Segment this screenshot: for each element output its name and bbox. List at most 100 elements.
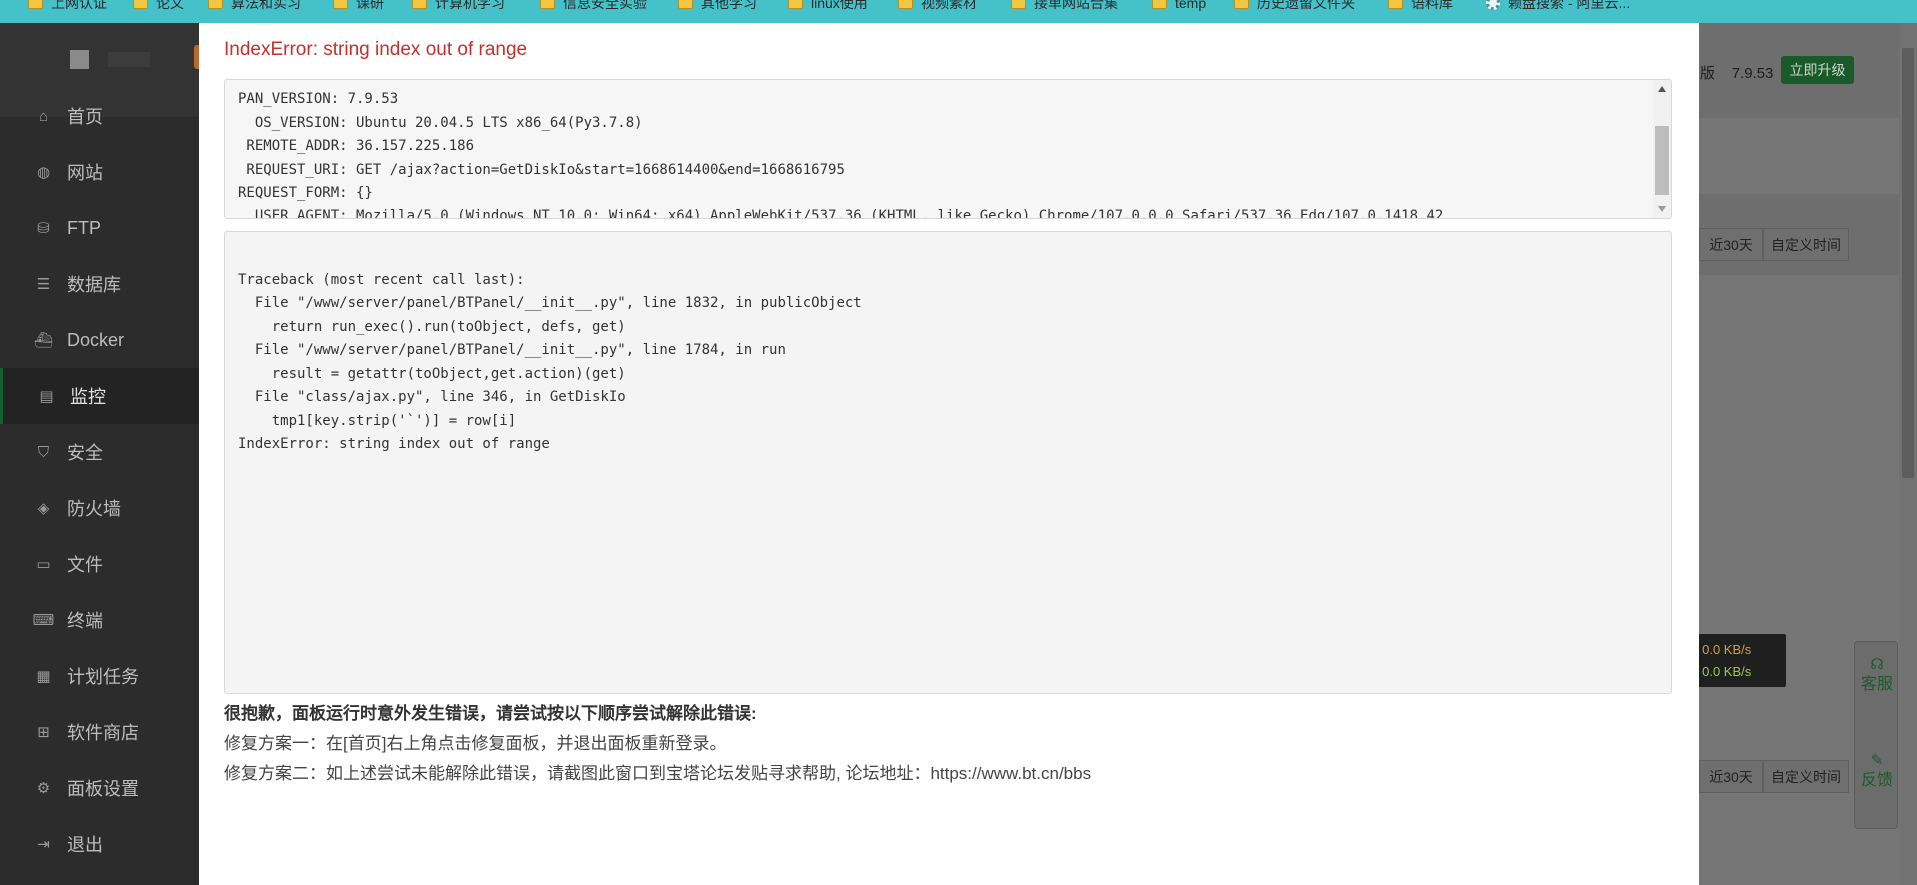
folder-icon bbox=[1011, 0, 1026, 9]
page-scrollbar[interactable] bbox=[1899, 23, 1917, 885]
bookmark-label: 其他学习 bbox=[701, 0, 757, 11]
sidebar-item-label: Docker bbox=[67, 329, 125, 350]
sidebar-item-label: 软件商店 bbox=[67, 723, 139, 743]
trace-line: Traceback (most recent call last): bbox=[238, 271, 525, 288]
sidebar-item-label: 监控 bbox=[70, 387, 106, 407]
bookmark-item[interactable]: 课研 bbox=[333, 0, 384, 12]
scroll-down-icon[interactable] bbox=[1658, 206, 1666, 212]
trace-line: return run_exec().run(toObject, defs, ge… bbox=[238, 318, 626, 335]
sidebar-item-ftp[interactable]: ⛁ FTP bbox=[0, 200, 199, 256]
folder-icon bbox=[678, 0, 693, 9]
firewall-icon: ◈ bbox=[37, 500, 50, 517]
range-30-button[interactable]: 近30天 bbox=[1699, 228, 1763, 261]
calendar-icon: ▦ bbox=[36, 668, 51, 685]
feedback-button[interactable]: ✎ 反馈 bbox=[1855, 752, 1899, 790]
info-line: REQUEST_URI: GET /ajax?action=GetDiskIo&… bbox=[238, 161, 845, 178]
error-dialog: IndexError: string index out of range PA… bbox=[199, 23, 1699, 885]
range-30-button[interactable]: 近30天 bbox=[1699, 760, 1763, 793]
sidebar-item-monitor[interactable]: ▤ 监控 bbox=[0, 368, 199, 424]
bookmark-item[interactable]: 赖盘搜索 - 阿里云... bbox=[1486, 0, 1630, 12]
custom-time-button[interactable]: 自定义时间 bbox=[1763, 760, 1849, 793]
sidebar-item-security[interactable]: ⛉ 安全 bbox=[0, 424, 199, 480]
sidebar-item-cron[interactable]: ▦ 计划任务 bbox=[0, 648, 199, 704]
grid-icon: ⊞ bbox=[37, 724, 50, 741]
bookmark-label: 信息安全实验 bbox=[563, 0, 647, 11]
trace-line: result = getattr(toObject,get.action)(ge… bbox=[238, 365, 626, 382]
sidebar-item-files[interactable]: ▭ 文件 bbox=[0, 536, 199, 592]
sidebar-item-logout[interactable]: ⇥ 退出 bbox=[0, 816, 199, 872]
bookmark-item[interactable]: 接单网站合集 bbox=[1011, 0, 1118, 12]
bookmark-label: temp bbox=[1175, 0, 1207, 11]
sidebar-item-terminal[interactable]: ⌨ 终端 bbox=[0, 592, 199, 648]
folder-icon bbox=[788, 0, 803, 9]
home-icon: ⌂ bbox=[38, 107, 49, 125]
bookmark-item[interactable]: 语料库 bbox=[1388, 0, 1453, 12]
sidebar-item-settings[interactable]: ⚙ 面板设置 bbox=[0, 760, 199, 816]
info-line: OS_VERSION: Ubuntu 20.04.5 LTS x86_64(Py… bbox=[238, 114, 643, 131]
bookmark-label: linux使用 bbox=[811, 0, 868, 11]
traceback-box: Traceback (most recent call last): File … bbox=[224, 231, 1672, 694]
sidebar-item-label: FTP bbox=[67, 217, 101, 238]
sidebar-item-label: 计划任务 bbox=[67, 667, 139, 687]
bookmark-label: 论文 bbox=[156, 0, 184, 11]
upgrade-button[interactable]: 立即升级 bbox=[1781, 56, 1854, 84]
edit-icon: ✎ bbox=[1870, 752, 1884, 769]
bookmark-item[interactable]: 其他学习 bbox=[678, 0, 757, 12]
bookmark-item[interactable]: temp bbox=[1152, 0, 1206, 12]
info-scrollbar[interactable] bbox=[1653, 80, 1671, 218]
bookmark-item[interactable]: 视频素材 bbox=[898, 0, 977, 12]
customer-service-button[interactable]: ☊ 客服 bbox=[1855, 656, 1899, 694]
folder-icon bbox=[898, 0, 913, 9]
headset-icon: ☊ bbox=[1870, 656, 1884, 673]
folder-icon bbox=[333, 0, 348, 9]
folder-icon bbox=[540, 0, 555, 9]
fix-option-1: 修复方案一：在[首页]右上角点击修复面板，并退出面板重新登录。 bbox=[224, 734, 727, 753]
logo bbox=[70, 50, 89, 69]
folder-icon: ▭ bbox=[36, 556, 51, 573]
request-info-text: PAN_VERSION: 7.9.53 OS_VERSION: Ubuntu 2… bbox=[238, 80, 1444, 219]
bookmark-item[interactable]: 历史遗留文件夹 bbox=[1234, 0, 1355, 12]
bookmark-label: 视频素材 bbox=[921, 0, 977, 11]
trace-line: tmp1[key.strip('`')] = row[i] bbox=[238, 412, 517, 429]
fix-option-2: 修复方案二：如上述尝试未能解除此错误，请截图此窗口到宝塔论坛发贴寻求帮助, 论坛… bbox=[224, 764, 1092, 783]
info-line: PAN_VERSION: 7.9.53 bbox=[238, 91, 399, 108]
info-line: REQUEST_FORM: {} bbox=[238, 185, 373, 202]
scrollbar-thumb[interactable] bbox=[1902, 48, 1914, 478]
folder-icon bbox=[412, 0, 427, 9]
bookmark-item[interactable]: 信息安全实验 bbox=[540, 0, 647, 12]
sidebar-item-docker[interactable]: ⛴ Docker bbox=[0, 312, 199, 368]
upload-speed: ↑ 0.0 KB/s bbox=[1692, 642, 1752, 657]
scroll-up-icon[interactable] bbox=[1658, 86, 1666, 92]
version-label: 版 7.9.53 bbox=[1700, 65, 1774, 82]
sidebar-item-database[interactable]: ☰ 数据库 bbox=[0, 256, 199, 312]
traceback-text: Traceback (most recent call last): File … bbox=[238, 245, 862, 504]
bookmark-item[interactable]: 算法和实习 bbox=[208, 0, 301, 12]
globe-icon: ◍ bbox=[36, 164, 51, 181]
bookmark-item[interactable]: 计算机学习 bbox=[412, 0, 505, 12]
server-name bbox=[108, 52, 150, 67]
sidebar-item-label: 安全 bbox=[67, 443, 103, 463]
sidebar: ⌂ 首页 ◍ 网站 ⛁ FTP ☰ 数据库 ⛴ Docker ▤ 监控 ⛉ 安全 ◈ 防火墙 ▭… bbox=[0, 23, 202, 885]
bookmark-item[interactable]: linux使用 bbox=[788, 0, 868, 12]
sidebar-item-label: 首页 bbox=[67, 107, 103, 127]
bookmark-label: 算法和实习 bbox=[231, 0, 301, 11]
folder-icon bbox=[133, 0, 148, 9]
bookmark-label: 赖盘搜索 - 阿里云... bbox=[1508, 0, 1631, 11]
bookmark-item[interactable]: 论文 bbox=[133, 0, 184, 12]
folder-icon bbox=[1152, 0, 1167, 9]
bookmark-item[interactable]: 上网认证 bbox=[28, 0, 107, 12]
bookmark-label: 历史遗留文件夹 bbox=[1257, 0, 1355, 11]
info-line: REMOTE_ADDR: 36.157.225.186 bbox=[238, 138, 475, 155]
sidebar-item-store[interactable]: ⊞ 软件商店 bbox=[0, 704, 199, 760]
sidebar-item-website[interactable]: ◍ 网站 bbox=[0, 144, 199, 200]
fix-heading: 很抱歉，面板运行时意外发生错误，请尝试按以下顺序尝试解除此错误: bbox=[224, 704, 757, 723]
custom-time-button[interactable]: 自定义时间 bbox=[1763, 228, 1849, 261]
request-info-box: PAN_VERSION: 7.9.53 OS_VERSION: Ubuntu 2… bbox=[224, 79, 1672, 219]
sidebar-item-firewall[interactable]: ◈ 防火墙 bbox=[0, 480, 199, 536]
trace-line: File "/www/server/panel/BTPanel/__init__… bbox=[238, 342, 786, 358]
info-line: USER_AGENT: Mozilla/5.0 (Windows NT 10.0… bbox=[238, 208, 1444, 219]
docker-icon: ⛴ bbox=[33, 332, 54, 349]
sidebar-item-home[interactable]: ⌂ 首页 bbox=[0, 88, 199, 144]
folder-icon bbox=[1234, 0, 1249, 9]
scrollbar-thumb[interactable] bbox=[1655, 126, 1669, 195]
